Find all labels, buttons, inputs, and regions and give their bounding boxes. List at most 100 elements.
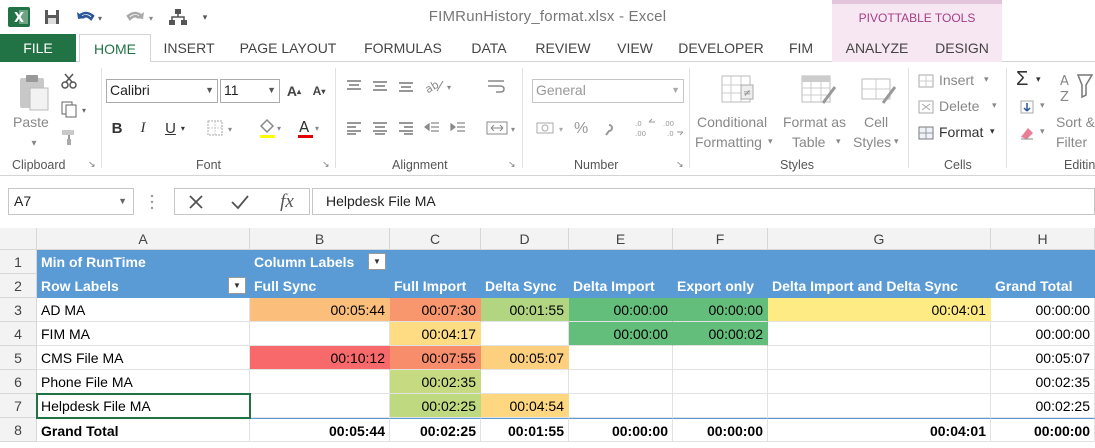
underline-icon[interactable]: U ▾ <box>158 118 192 138</box>
pivot-value-cell[interactable]: 00:00:00 <box>569 298 673 322</box>
font-color-icon[interactable]: A ▾ <box>294 116 324 140</box>
grand-total-label[interactable]: Grand Total <box>37 418 250 442</box>
pivot-value-cell[interactable] <box>768 346 991 370</box>
tab-view[interactable]: VIEW <box>608 34 662 62</box>
enter-icon[interactable] <box>229 192 251 212</box>
pivot-column-header[interactable]: Grand Total <box>991 274 1095 298</box>
sort-filter-icon[interactable]: AZ <box>1058 70 1094 106</box>
cell-styles-icon[interactable] <box>858 72 898 108</box>
font-size-select[interactable]: 11 ▼ <box>220 79 280 103</box>
tab-insert[interactable]: INSERT <box>156 34 222 62</box>
align-middle-icon[interactable] <box>370 78 390 94</box>
row-header-4[interactable]: 4 <box>0 322 37 346</box>
conditional-formatting-icon[interactable]: ≠ <box>718 72 758 108</box>
pivot-value-cell[interactable] <box>673 370 768 394</box>
italic-icon[interactable]: I <box>134 118 152 138</box>
pivot-row-label[interactable]: FIM MA <box>37 322 250 346</box>
pivot-value-cell[interactable] <box>673 346 768 370</box>
row-header-5[interactable]: 5 <box>0 346 37 370</box>
pivot-column-header[interactable]: Export only <box>673 274 768 298</box>
pivot-header-cell[interactable] <box>481 250 569 274</box>
pivot-value-cell[interactable]: 00:02:25 <box>390 394 481 418</box>
pivot-header-cell[interactable] <box>569 250 673 274</box>
fill-color-icon[interactable]: ▾ <box>256 116 286 140</box>
column-header-g[interactable]: G <box>768 228 991 250</box>
worksheet-grid[interactable]: A B C D E F G H 1 2 3 4 5 6 7 8 Min of RunTime Column Lab… <box>0 228 1095 448</box>
copy-icon[interactable]: ▾ <box>58 98 94 120</box>
column-header-a[interactable]: A <box>37 228 250 250</box>
pivot-value-cell[interactable]: 00:02:35 <box>390 370 481 394</box>
grand-total-value[interactable]: 00:00:00 <box>991 418 1095 442</box>
currency-icon[interactable]: ▾ <box>534 118 570 138</box>
pivot-value-cell[interactable]: 00:00:00 <box>991 322 1095 346</box>
format-as-table-icon[interactable] <box>798 72 838 108</box>
tab-review[interactable]: REVIEW <box>528 34 598 62</box>
pivot-value-cell[interactable]: 00:00:00 <box>569 322 673 346</box>
delete-label[interactable]: Delete <box>939 98 979 114</box>
pivot-value-cell[interactable] <box>569 346 673 370</box>
insert-label[interactable]: Insert <box>939 72 974 88</box>
tab-page-layout[interactable]: PAGE LAYOUT <box>232 34 344 62</box>
pivot-value-cell[interactable] <box>481 322 569 346</box>
align-left-icon[interactable] <box>344 120 364 136</box>
row-header-3[interactable]: 3 <box>0 298 37 322</box>
increase-indent-icon[interactable] <box>448 120 468 136</box>
pivot-row-label[interactable]: CMS File MA <box>37 346 250 370</box>
comma-style-icon[interactable] <box>598 118 622 138</box>
tab-home[interactable]: HOME <box>79 34 151 63</box>
pivot-row-label[interactable]: Helpdesk File MA <box>37 394 250 418</box>
delete-cells-icon[interactable] <box>916 98 936 116</box>
pivot-value-cell[interactable]: 00:05:07 <box>991 346 1095 370</box>
pivot-value-cell[interactable]: 00:04:17 <box>390 322 481 346</box>
alignment-launcher-icon[interactable]: ↘ <box>508 160 517 169</box>
font-launcher-icon[interactable]: ↘ <box>322 160 331 169</box>
grand-total-value[interactable]: 00:01:55 <box>481 418 569 442</box>
pivot-value-cell[interactable] <box>250 394 390 418</box>
row-header-6[interactable]: 6 <box>0 370 37 394</box>
grow-font-icon[interactable]: A ▴ <box>285 81 303 101</box>
format-as-table-label-1[interactable]: Format as <box>783 114 846 130</box>
percent-icon[interactable]: % <box>574 120 588 138</box>
pivot-header-cell[interactable] <box>768 250 991 274</box>
pivot-value-cell[interactable] <box>481 370 569 394</box>
column-header-d[interactable]: D <box>481 228 569 250</box>
cell-styles-label-1[interactable]: Cell <box>864 114 888 130</box>
paste-dropdown-icon[interactable]: ▾ <box>14 135 54 151</box>
font-name-select[interactable]: Calibri ▼ <box>106 79 218 103</box>
format-label[interactable]: Format <box>939 124 983 140</box>
format-as-table-label-2[interactable]: Table <box>792 134 825 150</box>
pivot-column-header[interactable]: Full Import <box>390 274 481 298</box>
tab-fim[interactable]: FIM <box>780 34 822 62</box>
align-top-icon[interactable] <box>344 78 364 94</box>
align-right-icon[interactable] <box>396 120 416 136</box>
pivot-value-cell[interactable] <box>569 394 673 418</box>
format-painter-icon[interactable] <box>58 126 80 148</box>
decrease-decimal-icon[interactable]: .00.0 <box>660 116 686 140</box>
number-launcher-icon[interactable]: ↘ <box>676 160 685 169</box>
orientation-icon[interactable]: ab ▾ <box>422 76 456 96</box>
pivot-header-cell[interactable] <box>673 250 768 274</box>
insert-cells-icon[interactable] <box>916 72 936 90</box>
column-labels-filter-button[interactable]: ▼ <box>368 253 386 270</box>
row-header-2[interactable]: 2 <box>0 274 37 298</box>
tab-design[interactable]: DESIGN <box>922 34 1002 62</box>
cancel-icon[interactable] <box>185 192 207 212</box>
format-cells-icon[interactable] <box>916 124 936 142</box>
pivot-row-label[interactable]: AD MA <box>37 298 250 322</box>
pivot-value-cell[interactable]: 00:02:25 <box>991 394 1095 418</box>
row-header-8[interactable]: 8 <box>0 418 37 442</box>
cell-styles-label-2[interactable]: Styles <box>853 134 891 150</box>
align-center-icon[interactable] <box>370 120 390 136</box>
pivot-header-cell[interactable] <box>390 250 481 274</box>
conditional-formatting-label-1[interactable]: Conditional <box>697 114 767 130</box>
borders-icon[interactable]: ▾ <box>204 118 240 138</box>
conditional-formatting-label-2[interactable]: Formatting <box>695 134 762 150</box>
clear-icon[interactable] <box>1016 124 1038 142</box>
pivot-value-cell[interactable] <box>673 394 768 418</box>
column-header-c[interactable]: C <box>390 228 481 250</box>
grand-total-value[interactable]: 00:00:00 <box>673 418 768 442</box>
pivot-value-cell[interactable]: 00:00:00 <box>673 298 768 322</box>
pivot-value-cell[interactable] <box>250 370 390 394</box>
pivot-value-cell[interactable]: 00:07:55 <box>390 346 481 370</box>
pivot-header-cell[interactable] <box>991 250 1095 274</box>
